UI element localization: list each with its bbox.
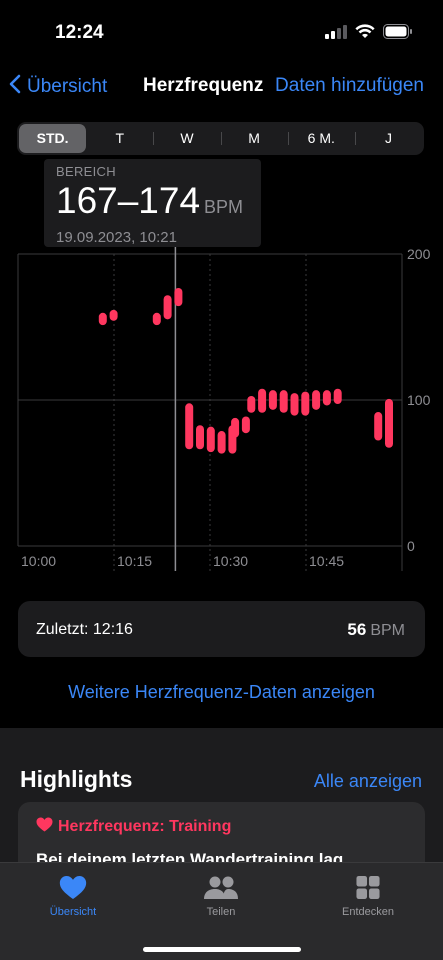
chart-labels: 10:00 10:15 10:30 10:45 200 100 0 (21, 246, 431, 569)
data-bar (333, 388, 342, 404)
data-bar (98, 312, 107, 326)
cellular-signal-icon (325, 24, 347, 44)
highlights-title: Highlights (20, 766, 133, 792)
x-axis-label: 10:30 (213, 553, 248, 569)
status-time: 12:24 (55, 22, 104, 43)
data-bar (152, 312, 161, 326)
latest-bpm: 56 (347, 620, 367, 639)
y-axis-label: 0 (407, 538, 415, 554)
data-bar (312, 390, 321, 410)
data-bar (279, 390, 288, 413)
show-all-highlights-button[interactable]: Alle anzeigen (314, 771, 422, 792)
wifi-icon (355, 24, 375, 44)
tab-sharing-label: Teilen (206, 906, 236, 918)
more-heart-rate-data-link[interactable]: Weitere Herzfrequenz-Daten anzeigen (0, 682, 443, 703)
segment-six-months[interactable]: 6 M. (287, 124, 355, 153)
data-bar (196, 425, 204, 450)
data-bar (258, 388, 267, 413)
data-bar (241, 416, 250, 434)
heart-rate-chart[interactable]: 10:00 10:15 10:30 10:45 200 100 0 (0, 238, 443, 578)
navigation-bar: Übersicht Herzfrequenz Daten hinzufügen (0, 68, 443, 104)
heart-icon (36, 817, 53, 837)
y-axis-label: 200 (407, 246, 431, 262)
segment-hour[interactable]: STD. (19, 124, 87, 153)
heart-icon (13, 875, 133, 900)
data-bar (217, 431, 226, 454)
tooltip-unit: BPM (204, 197, 244, 217)
tab-bar: Übersicht Teilen Entdecken (0, 862, 443, 960)
data-bar (109, 309, 118, 321)
data-bar (268, 390, 277, 410)
back-button[interactable]: Übersicht (9, 74, 107, 100)
data-bar (322, 390, 331, 406)
x-axis-label: 10:15 (117, 553, 152, 569)
data-bar (301, 391, 310, 416)
time-range-segmented-control: STD. T W M 6 M. J (17, 122, 424, 155)
tab-summary-label: Übersicht (49, 906, 97, 918)
battery-icon (383, 24, 413, 44)
selection-tooltip: BEREICH 167–174 BPM 19.09.2023, 10:21 (44, 159, 261, 247)
home-indicator (143, 947, 301, 952)
latest-unit: BPM (370, 622, 405, 639)
y-axis-label: 100 (407, 392, 431, 408)
x-axis-label: 10:45 (309, 553, 344, 569)
tooltip-value: 167–174 BPM (56, 181, 249, 227)
data-bar (290, 393, 299, 416)
data-bar (174, 287, 183, 307)
data-bar (185, 403, 194, 450)
segment-week[interactable]: W (153, 124, 220, 153)
chart-grid (17, 246, 403, 571)
highlight-heading-text: Herzfrequenz: Training (58, 818, 232, 835)
latest-reading-card[interactable]: Zuletzt: 12:16 56 BPM (18, 601, 425, 657)
tab-summary[interactable]: Übersicht (13, 875, 133, 918)
grid-icon (308, 875, 428, 900)
data-bar (247, 396, 256, 413)
tab-sharing[interactable]: Teilen (161, 875, 281, 918)
tab-browse[interactable]: Entdecken (308, 875, 428, 918)
page-title: Herzfrequenz (143, 75, 264, 96)
latest-value: 56 BPM (347, 620, 405, 640)
data-bar (163, 295, 172, 320)
data-bar (206, 426, 215, 453)
back-label: Übersicht (27, 76, 108, 97)
data-bar (231, 417, 240, 438)
latest-label: Zuletzt: 12:16 (36, 621, 133, 638)
chart-bars (98, 287, 393, 454)
people-icon (161, 875, 281, 900)
segment-day[interactable]: T (86, 124, 153, 153)
data-bar (374, 412, 383, 441)
chevron-left-icon (9, 74, 21, 100)
tab-browse-label: Entdecken (342, 906, 394, 918)
segment-year[interactable]: J (354, 124, 422, 153)
tooltip-label: BEREICH (56, 164, 116, 179)
data-bar (385, 398, 393, 448)
segment-month[interactable]: M (220, 124, 288, 153)
status-icons (325, 24, 413, 44)
x-axis-label: 10:00 (21, 553, 56, 569)
status-bar: 12:24 (0, 0, 443, 62)
add-data-button[interactable]: Daten hinzufügen (275, 75, 424, 97)
highlight-card-heading: Herzfrequenz: Training (36, 817, 231, 837)
tooltip-range: 167–174 (56, 180, 201, 221)
tooltip-date: 19.09.2023, 10:21 (56, 229, 177, 246)
